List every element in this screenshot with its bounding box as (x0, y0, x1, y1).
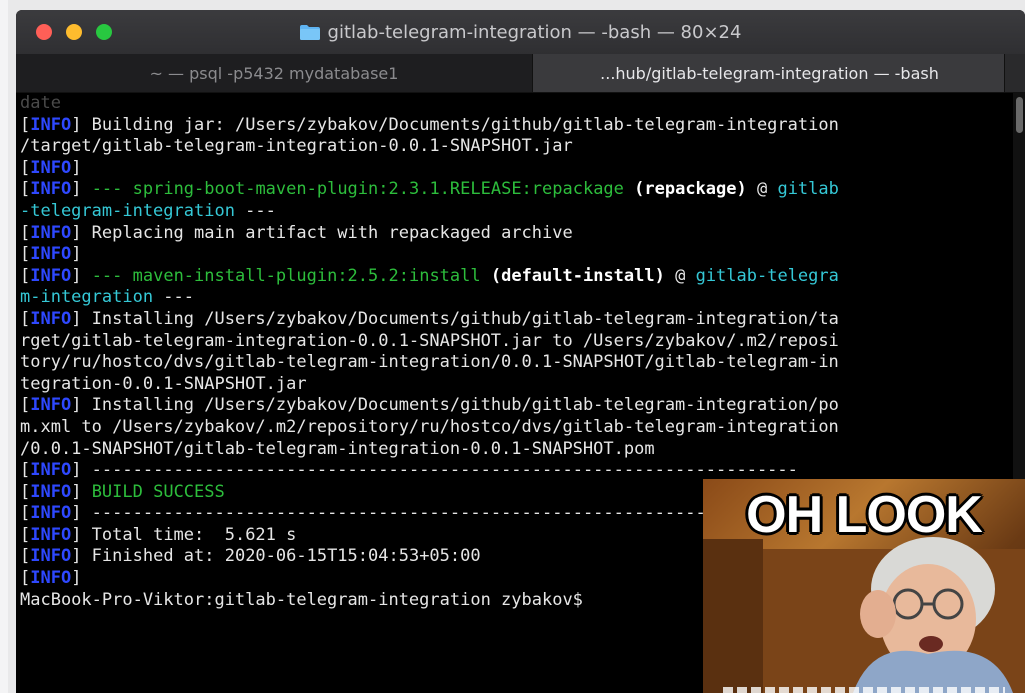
meme-caption: OH LOOK (746, 486, 983, 544)
terminal-text: m.xml to /Users/zybakov/.m2/repository/r… (20, 416, 839, 437)
desktop-edge-left (0, 0, 8, 693)
terminal-text: [ (20, 308, 31, 329)
terminal-text: ] (71, 481, 92, 502)
terminal-text: [ (20, 460, 31, 481)
log-level-tag: INFO (30, 524, 72, 545)
terminal-line: [INFO] Replacing main artifact with repa… (20, 223, 1013, 245)
terminal-text: /0.0.1-SNAPSHOT/gitlab-telegram-integrat… (20, 438, 655, 459)
terminal-text: [ (20, 568, 31, 589)
terminal-text: tory/ru/hostco/dvs/gitlab-telegram-integ… (20, 352, 839, 373)
terminal-text: rget/gitlab-telegram-integration-0.0.1-S… (20, 330, 839, 351)
terminal-line: tegration-0.0.1-SNAPSHOT.jar (20, 374, 1013, 396)
terminal-line: -telegram-integration --- (20, 201, 1013, 223)
meme-bottom-text-partial (723, 687, 1005, 693)
terminal-line: [INFO] Installing /Users/zybakov/Documen… (20, 395, 1013, 417)
terminal-text: BUILD SUCCESS (91, 481, 225, 502)
log-level-tag: INFO (30, 222, 72, 243)
log-level-tag: INFO (30, 503, 72, 524)
tab-bar: ~ — psql -p5432 mydatabase1 ...hub/gitla… (16, 54, 1025, 93)
terminal-text: --- (234, 200, 276, 221)
terminal-text: [ (20, 244, 31, 265)
terminal-text: [ (20, 395, 31, 416)
terminal-text: (repackage) (623, 179, 747, 200)
terminal-text: --- spring-boot-maven-plugin:2.3.1.RELEA… (91, 179, 624, 200)
terminal-text: [ (20, 546, 31, 567)
terminal-line: [INFO] (20, 244, 1013, 266)
terminal-text: [ (20, 481, 31, 502)
terminal-text: m-integration (20, 287, 154, 308)
terminal-text: ] Total time: 5.621 s (71, 524, 297, 545)
terminal-text: ] (71, 179, 92, 200)
terminal-line: date (20, 93, 1013, 115)
terminal-text: ] --------------------------------------… (71, 503, 798, 524)
meme-image: OH LOOK (703, 479, 1025, 693)
terminal-text: gitlab-telegra (695, 265, 839, 286)
window-title-group: gitlab-telegram-integration — -bash — 80… (16, 19, 1025, 45)
terminal-text: --- (153, 287, 195, 308)
log-level-tag: INFO (30, 157, 72, 178)
new-tab-button[interactable] (1004, 54, 1025, 92)
log-level-tag: INFO (30, 244, 72, 265)
log-level-tag: INFO (30, 114, 72, 135)
terminal-text: [ (20, 524, 31, 545)
terminal-line: [INFO] Installing /Users/zybakov/Documen… (20, 309, 1013, 331)
terminal-text: gitlab (777, 179, 839, 200)
terminal-line: tory/ru/hostco/dvs/gitlab-telegram-integ… (20, 352, 1013, 374)
terminal-text: @ (746, 179, 778, 200)
terminal-text: [ (20, 503, 31, 524)
terminal-text: /target/gitlab-telegram-integration-0.0.… (20, 136, 573, 157)
log-level-tag: INFO (30, 179, 72, 200)
terminal-text: ] --------------------------------------… (71, 460, 798, 481)
scrollbar-thumb[interactable] (1016, 97, 1023, 133)
terminal-text: ] Installing /Users/zybakov/Documents/gi… (71, 308, 839, 329)
terminal-text: (default-install) (480, 265, 665, 286)
log-level-tag: INFO (30, 481, 72, 502)
terminal-text: date (20, 93, 72, 113)
terminal-line: [INFO] --- maven-install-plugin:2.5.2:in… (20, 266, 1013, 288)
terminal-text: [ (20, 179, 31, 200)
terminal-text: ] Installing /Users/zybakov/Documents/gi… (71, 395, 839, 416)
terminal-text: MacBook-Pro-Viktor:gitlab-telegram-integ… (20, 589, 594, 610)
terminal-text: ] (71, 157, 82, 178)
tab-bash-active[interactable]: ...hub/gitlab-telegram-integration — -ba… (532, 54, 1006, 92)
terminal-text: [ (20, 157, 31, 178)
terminal-text: ] Finished at: 2020-06-15T15:04:53+05:00 (71, 546, 481, 567)
terminal-line: [INFO] Building jar: /Users/zybakov/Docu… (20, 115, 1013, 137)
terminal-text: [ (20, 222, 31, 243)
folder-icon (299, 24, 320, 40)
tab-psql[interactable]: ~ — psql -p5432 mydatabase1 (16, 54, 532, 92)
log-level-tag: INFO (30, 568, 72, 589)
terminal-line: m-integration --- (20, 287, 1013, 309)
terminal-text: -telegram-integration (20, 200, 235, 221)
window-title: gitlab-telegram-integration — -bash — 80… (327, 21, 742, 43)
terminal-text: ] (71, 244, 82, 265)
log-level-tag: INFO (30, 546, 72, 567)
terminal-line: [INFO] (20, 158, 1013, 180)
terminal-text: ] (71, 265, 92, 286)
terminal-line: /0.0.1-SNAPSHOT/gitlab-telegram-integrat… (20, 439, 1013, 461)
terminal-line: rget/gitlab-telegram-integration-0.0.1-S… (20, 331, 1013, 353)
terminal-text: [ (20, 114, 31, 135)
terminal-text: ] Replacing main artifact with repackage… (71, 222, 573, 243)
terminal-text: --- maven-install-plugin:2.5.2:install (91, 265, 481, 286)
log-level-tag: INFO (30, 308, 72, 329)
terminal-line: m.xml to /Users/zybakov/.m2/repository/r… (20, 417, 1013, 439)
title-bar: gitlab-telegram-integration — -bash — 80… (16, 10, 1025, 54)
terminal-text: @ (664, 265, 696, 286)
terminal-line: /target/gitlab-telegram-integration-0.0.… (20, 136, 1013, 158)
terminal-text: ] (71, 568, 82, 589)
terminal-text: [ (20, 265, 31, 286)
terminal-line: [INFO] --- spring-boot-maven-plugin:2.3.… (20, 179, 1013, 201)
log-level-tag: INFO (30, 460, 72, 481)
terminal-text: ] Building jar: /Users/zybakov/Documents… (71, 114, 839, 135)
terminal-text: tegration-0.0.1-SNAPSHOT.jar (20, 373, 307, 394)
log-level-tag: INFO (30, 265, 72, 286)
log-level-tag: INFO (30, 395, 72, 416)
